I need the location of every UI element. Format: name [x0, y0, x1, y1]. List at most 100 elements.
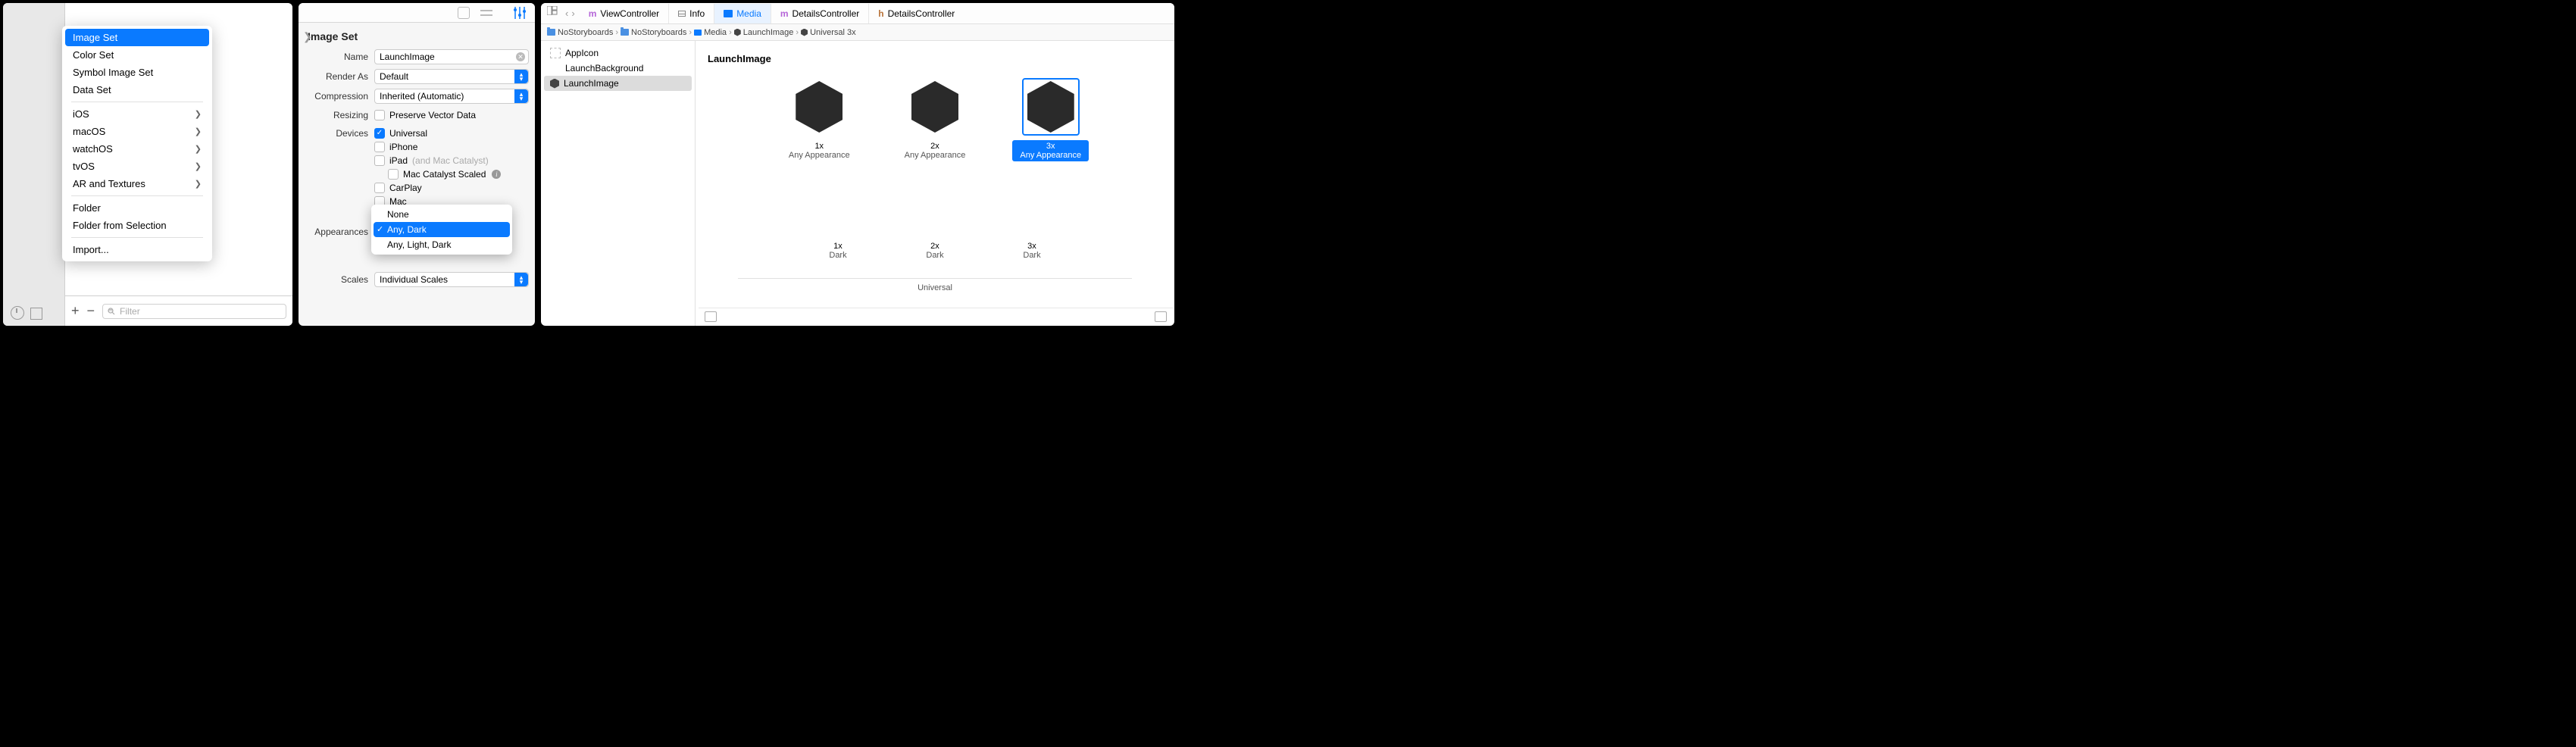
right-area: Image Set Color Set Symbol Image Set Dat… — [65, 3, 292, 326]
grid-icon[interactable] — [30, 308, 42, 320]
slot-2x-any[interactable]: 2xAny Appearance — [897, 78, 974, 161]
slot-2x-dark[interactable]: 2xDark — [906, 178, 964, 261]
add-button[interactable]: + — [71, 303, 80, 319]
tab-detailscontroller-m[interactable]: mDetailsController — [771, 4, 869, 23]
scales-select[interactable]: Individual Scales — [374, 272, 529, 287]
image-well[interactable] — [1027, 81, 1074, 133]
inspector-title: Image Set — [299, 26, 535, 47]
breadcrumb-item[interactable]: NoStoryboards — [547, 28, 613, 37]
breadcrumb-item[interactable]: Universal 3x — [801, 28, 856, 37]
name-input[interactable]: LaunchImage✕ — [374, 49, 529, 64]
device-ipad[interactable]: iPad (and Mac Catalyst) — [374, 154, 529, 167]
tool-icon[interactable] — [458, 7, 470, 19]
view-options-button[interactable] — [1155, 311, 1167, 322]
device-universal[interactable]: ✓Universal — [374, 127, 529, 140]
m-file-icon: m — [780, 8, 789, 19]
layout-icon[interactable] — [547, 6, 558, 15]
menu-item-image-set[interactable]: Image Set — [65, 29, 209, 46]
editor-tabs: ‹ › mViewController Info Media mDetailsC… — [541, 3, 1174, 24]
appearances-label: Appearances — [305, 227, 374, 237]
tab-detailscontroller-h[interactable]: hDetailsController — [869, 4, 964, 23]
image-well[interactable] — [911, 81, 958, 133]
menu-separator — [71, 195, 203, 196]
menu-item-ios[interactable]: iOS❯ — [65, 105, 209, 123]
breadcrumb-item[interactable]: LaunchImage — [734, 28, 794, 37]
appearance-none[interactable]: None — [374, 207, 510, 222]
appearance-any-light-dark[interactable]: Any, Light, Dark — [374, 237, 510, 252]
attributes-inspector-icon[interactable] — [512, 5, 527, 20]
chevron-right-icon: ❯ — [195, 179, 202, 189]
tab-viewcontroller[interactable]: mViewController — [580, 4, 669, 23]
asset-list: AppIcon LaunchBackground LaunchImage — [541, 41, 696, 326]
h-file-icon: h — [878, 8, 883, 19]
slot-1x-dark[interactable]: 1xDark — [809, 178, 867, 261]
menu-item-color-set[interactable]: Color Set — [65, 46, 209, 64]
back-icon[interactable]: ❯ — [303, 30, 312, 43]
tab-info[interactable]: Info — [669, 4, 714, 23]
filter-input[interactable]: Filter — [102, 304, 286, 319]
image-well[interactable] — [814, 181, 861, 233]
inspector-panel: ❯ Image Set Name LaunchImage✕ Render As … — [299, 3, 535, 326]
add-asset-menu: Image Set Color Set Symbol Image Set Dat… — [62, 26, 212, 261]
tab-media[interactable]: Media — [714, 4, 771, 23]
asset-canvas: LaunchImage 1xAny Appearance 2xAny Appea… — [696, 41, 1174, 326]
canvas-footer — [699, 308, 1173, 324]
device-carplay[interactable]: CarPlay — [374, 181, 529, 195]
menu-item-tvos[interactable]: tvOS❯ — [65, 158, 209, 175]
select-arrow-icon — [514, 70, 528, 83]
chevron-right-icon: ❯ — [195, 144, 202, 154]
menu-item-folder-selection[interactable]: Folder from Selection — [65, 217, 209, 234]
asset-appicon[interactable]: AppIcon — [544, 45, 692, 61]
image-well[interactable] — [796, 81, 843, 133]
compression-label: Compression — [305, 91, 374, 102]
breadcrumb-item[interactable]: NoStoryboards — [621, 28, 686, 37]
assets-icon — [724, 10, 733, 17]
tool-icon[interactable] — [480, 7, 492, 19]
select-arrow-icon — [514, 273, 528, 286]
asset-catalog-panel: ‹ › mViewController Info Media mDetailsC… — [541, 3, 1174, 326]
bottom-toolbar: + − Filter — [65, 295, 292, 326]
image-well[interactable] — [911, 181, 958, 233]
menu-item-watchos[interactable]: watchOS❯ — [65, 140, 209, 158]
menu-item-macos[interactable]: macOS❯ — [65, 123, 209, 140]
history-icon[interactable] — [11, 306, 24, 320]
scale-row-dark: 1xDark 2xDark 3xDark — [708, 178, 1162, 261]
slot-3x-dark[interactable]: 3xDark — [1003, 178, 1061, 261]
resizing-checkbox[interactable]: Preserve Vector Data — [374, 108, 529, 122]
menu-item-import[interactable]: Import... — [65, 241, 209, 258]
slot-3x-any[interactable]: 3xAny Appearance — [1012, 78, 1089, 161]
select-arrow-icon — [514, 89, 528, 103]
chevron-right-icon: ❯ — [195, 127, 202, 136]
remove-button[interactable]: − — [87, 303, 95, 319]
scales-label: Scales — [305, 274, 374, 285]
breadcrumb-item[interactable]: Media — [694, 28, 727, 37]
compression-select[interactable]: Inherited (Automatic) — [374, 89, 529, 104]
menu-item-data-set[interactable]: Data Set — [65, 81, 209, 98]
asset-launchimage[interactable]: LaunchImage — [544, 76, 692, 91]
image-well[interactable] — [1008, 181, 1055, 233]
render-select[interactable]: Default — [374, 69, 529, 84]
clear-icon[interactable]: ✕ — [516, 52, 525, 61]
appicon-placeholder-icon — [550, 48, 561, 58]
menu-item-ar-textures[interactable]: AR and Textures❯ — [65, 175, 209, 192]
device-mac-catalyst-scaled[interactable]: Mac Catalyst Scaledi — [374, 167, 529, 181]
device-iphone[interactable]: iPhone — [374, 140, 529, 154]
devices-label: Devices — [305, 127, 374, 139]
plist-icon — [678, 11, 686, 17]
assets-icon — [694, 30, 702, 36]
inspector-toolbar — [299, 3, 535, 23]
nav-forward[interactable]: › — [571, 8, 574, 19]
asset-launchbackground[interactable]: LaunchBackground — [544, 61, 692, 76]
view-mode-button[interactable] — [705, 311, 717, 322]
filter-placeholder: Filter — [120, 306, 140, 317]
menu-item-folder[interactable]: Folder — [65, 199, 209, 217]
breadcrumb: NoStoryboards› NoStoryboards› Media› Lau… — [541, 24, 1174, 41]
nav-back[interactable]: ‹ — [565, 8, 568, 19]
appearance-any-dark[interactable]: Any, Dark — [374, 222, 510, 237]
info-icon[interactable]: i — [492, 170, 501, 179]
slot-1x-any[interactable]: 1xAny Appearance — [781, 78, 858, 161]
hexagon-icon — [550, 79, 559, 89]
menu-item-symbol-image-set[interactable]: Symbol Image Set — [65, 64, 209, 81]
context-menu-panel: Image Set Color Set Symbol Image Set Dat… — [3, 3, 292, 326]
chevron-right-icon: ❯ — [195, 161, 202, 171]
